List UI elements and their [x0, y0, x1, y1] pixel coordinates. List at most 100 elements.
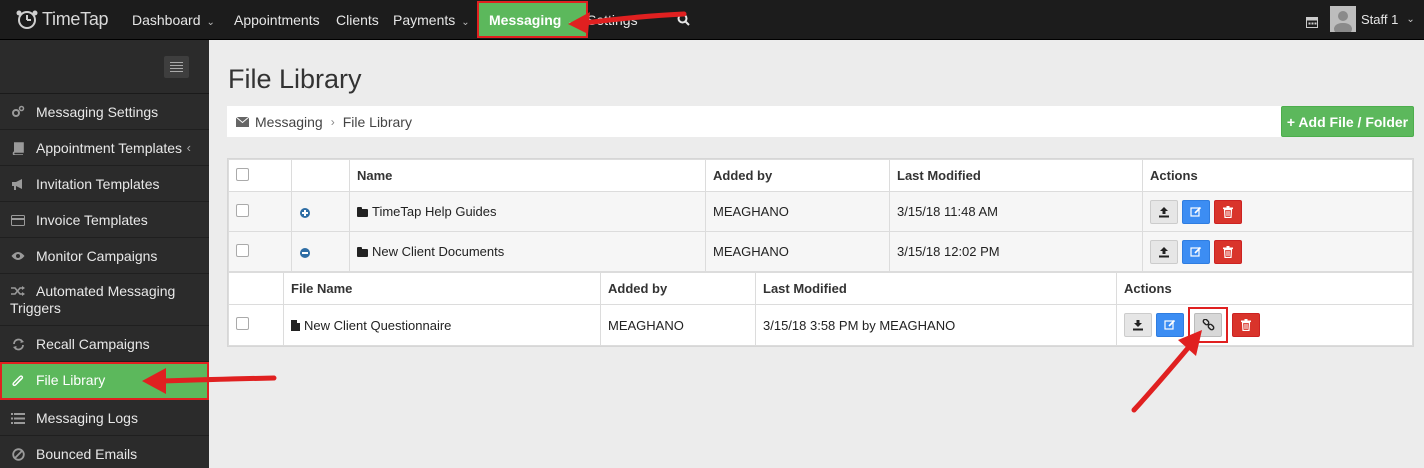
chevron-down-icon: ⌄ [567, 17, 576, 28]
add-file-folder-button[interactable]: + Add File / Folder [1281, 106, 1414, 137]
list-icon [11, 411, 25, 425]
col-header-actions: Actions [1142, 159, 1413, 192]
sidebar-item-label: Invitation Templates [36, 176, 160, 192]
nav-dashboard[interactable]: Dashboard ⌄ [132, 0, 215, 40]
sidebar-toggle-area [0, 40, 209, 94]
refresh-icon [11, 337, 25, 351]
row-checkbox[interactable] [236, 243, 249, 257]
calendar-icon[interactable] [1306, 16, 1318, 31]
col-header-name[interactable]: Name [349, 159, 706, 192]
shuffle-icon [11, 284, 25, 298]
download-button[interactable] [1124, 313, 1152, 337]
nav-appointments-label: Appointments [234, 12, 320, 28]
sidebar-item-appointment-templates[interactable]: Appointment Templates ‹ [0, 130, 209, 166]
table-row: New Client Documents MEAGHANO 3/15/18 12… [228, 231, 1413, 272]
breadcrumb-root[interactable]: Messaging [255, 114, 323, 130]
nav-messaging[interactable]: Messaging ⌄ [477, 1, 588, 38]
sidebar-item-messaging-settings[interactable]: Messaging Settings [0, 94, 209, 130]
sidebar-item-invitation-templates[interactable]: Invitation Templates [0, 166, 209, 202]
eye-icon [11, 249, 25, 263]
timetap-logo[interactable]: TimeTap [14, 6, 109, 32]
row-checkbox[interactable] [236, 317, 249, 330]
folder-files-table: File Name Added by Last Modified Actions… [228, 272, 1413, 346]
last-modified-cell: 3/15/18 3:58 PM by MEAGHANO [755, 304, 1117, 346]
sidebar-item-label: Messaging Settings [36, 104, 159, 120]
sidebar-item-file-library[interactable]: File Library [0, 362, 209, 400]
delete-button[interactable] [1214, 199, 1242, 224]
edit-icon [1190, 246, 1202, 257]
trash-icon [1223, 205, 1233, 218]
col-header-file-name[interactable]: File Name [283, 272, 601, 305]
nav-clients[interactable]: Clients [336, 0, 379, 40]
table-header-row: Name Added by Last Modified Actions [228, 159, 1413, 192]
sidebar-item-label: Recall Campaigns [36, 336, 150, 352]
folder-name[interactable]: TimeTap Help Guides [372, 204, 497, 219]
edit-button[interactable] [1182, 239, 1210, 264]
copy-link-button[interactable] [1194, 313, 1222, 337]
copy-link-highlight [1188, 307, 1228, 343]
edit-button[interactable] [1182, 199, 1210, 224]
folders-table: Name Added by Last Modified Actions Time… [228, 159, 1413, 272]
added-by-cell: MEAGHANO [705, 191, 890, 232]
row-checkbox[interactable] [236, 203, 249, 217]
sidebar-item-bounced-emails[interactable]: Bounced Emails [0, 436, 209, 468]
main-content: File Library Messaging › File Library + … [209, 40, 1424, 468]
delete-button[interactable] [1232, 313, 1260, 337]
nav-messaging-label: Messaging [489, 12, 562, 28]
sidebar-item-messaging-logs[interactable]: Messaging Logs [0, 400, 209, 436]
folder-icon [357, 247, 368, 257]
sidebar: Messaging Settings Appointment Templates… [0, 40, 209, 468]
upload-button[interactable] [1150, 239, 1178, 264]
top-navbar: TimeTap Dashboard ⌄ Appointments Clients … [0, 0, 1424, 40]
table-row: TimeTap Help Guides MEAGHANO 3/15/18 11:… [228, 191, 1413, 232]
search-icon[interactable] [677, 13, 690, 29]
nav-settings-label: Settings [587, 12, 638, 28]
file-name[interactable]: New Client Questionnaire [304, 318, 451, 333]
sidebar-item-monitor-campaigns[interactable]: Monitor Campaigns [0, 238, 209, 274]
paperclip-icon [11, 374, 25, 388]
chevron-down-icon: ⌄ [206, 17, 215, 28]
nav-payments-label: Payments [393, 12, 456, 28]
sub-select-cell [228, 272, 284, 305]
trash-icon [1223, 245, 1233, 258]
link-icon [1202, 318, 1214, 330]
sidebar-item-recall-campaigns[interactable]: Recall Campaigns [0, 326, 209, 362]
added-by-cell: MEAGHANO [705, 231, 890, 272]
sidebar-item-label: Bounced Emails [36, 446, 138, 462]
chevron-left-icon[interactable]: ‹ [187, 130, 191, 166]
edit-button[interactable] [1156, 313, 1184, 337]
sidebar-item-label-line1: Automated Messaging [36, 283, 176, 299]
bullhorn-icon [11, 177, 25, 191]
col-header-actions: Actions [1116, 272, 1413, 305]
sidebar-item-automated-messaging-triggers[interactable]: Automated Messaging Triggers [0, 274, 209, 326]
ban-icon [11, 447, 25, 461]
delete-button[interactable] [1214, 239, 1242, 264]
upload-button[interactable] [1150, 199, 1178, 224]
col-header-last-modified[interactable]: Last Modified [755, 272, 1117, 305]
nav-settings[interactable]: Settings [587, 0, 638, 40]
avatar [1330, 6, 1356, 32]
table-row: New Client Questionnaire MEAGHANO 3/15/1… [228, 304, 1413, 346]
credit-card-icon [11, 213, 25, 227]
sidebar-item-label: File Library [36, 372, 106, 388]
sidebar-item-label: Invoice Templates [36, 212, 148, 228]
nav-payments[interactable]: Payments ⌄ [393, 0, 470, 40]
breadcrumb-separator: › [330, 114, 335, 129]
file-icon [291, 319, 300, 331]
col-header-added-by[interactable]: Added by [600, 272, 756, 305]
nav-clients-label: Clients [336, 12, 379, 28]
upload-icon [1159, 206, 1169, 217]
expand-plus-icon[interactable] [300, 207, 310, 218]
folder-name[interactable]: New Client Documents [372, 244, 504, 259]
hamburger-icon[interactable] [164, 56, 189, 78]
edit-icon [1164, 319, 1176, 330]
col-header-added-by[interactable]: Added by [705, 159, 890, 192]
sidebar-item-invoice-templates[interactable]: Invoice Templates [0, 202, 209, 238]
nav-appointments[interactable]: Appointments [234, 0, 320, 40]
breadcrumb: Messaging › File Library [227, 106, 1284, 137]
user-menu[interactable]: Staff 1 ⌄ [1330, 5, 1415, 33]
folder-icon [357, 207, 368, 217]
select-all-checkbox[interactable] [236, 167, 249, 181]
col-header-last-modified[interactable]: Last Modified [889, 159, 1143, 192]
collapse-minus-icon[interactable] [300, 247, 310, 258]
